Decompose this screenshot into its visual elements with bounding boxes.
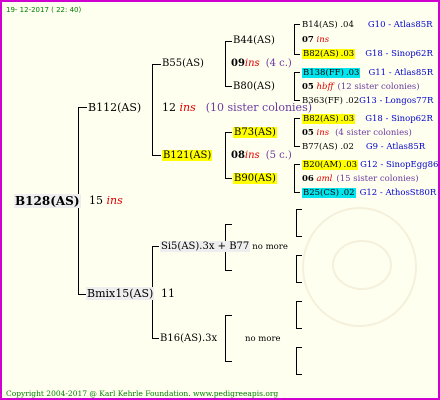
gen4-row-3[interactable]: B82(AS) .03 G18 - Sinop62R: [302, 48, 433, 60]
grandparent-queen-3[interactable]: Si5(AS).3x + B77 no more: [160, 241, 288, 253]
grandparent-queen-1[interactable]: B55(AS): [162, 58, 204, 70]
gen3-1-info: 09ins (4 c.): [231, 58, 292, 69]
parent-1-info: 12 ins (10 sister colonies): [162, 101, 313, 114]
parent-queen-1[interactable]: B112(AS): [88, 102, 141, 114]
gen3-3-info: 08ins (5 c.): [231, 150, 292, 161]
gen4-row-2: 07 ins: [302, 35, 330, 45]
root-year: 15 ins: [89, 194, 123, 207]
gen4-row-12[interactable]: B25(CS) .02 G12 - AthosSt80R: [302, 187, 436, 199]
gen4-row-9[interactable]: B77(AS) .02 G9 - Atlas85R: [302, 141, 425, 153]
date-header: 19- 12-2017 ( 22: 40): [6, 6, 82, 14]
pedigree-page: 19- 12-2017 ( 22: 40) B128(AS) 15 ins B1…: [0, 0, 440, 400]
gen3-queen-2[interactable]: B80(AS): [233, 81, 275, 93]
parent-2-year: 11: [161, 287, 175, 300]
gen4-row-7[interactable]: B82(AS) .03 G18 - Sinop62R: [302, 113, 433, 125]
grandparent-queen-2[interactable]: B121(AS): [162, 150, 213, 162]
gen3-queen-3[interactable]: B73(AS): [233, 127, 277, 139]
copyright-footer: Copyright 2004-2017 @ Karl Kehrle Founda…: [6, 389, 279, 398]
watermark-inner: [332, 240, 392, 290]
gen4-row-5: 05 hbff (12 sister colonies): [302, 82, 420, 92]
gen4-row-8: 05 ins (4 sister colonies): [302, 128, 412, 138]
gen4-row-10[interactable]: B20(AM) .03 G12 - SinopEgg86R: [302, 159, 438, 171]
gen4-row-6[interactable]: B363(FF) .02G13 - Longos77R: [302, 95, 433, 107]
gen3-queen-1[interactable]: B44(AS): [233, 35, 275, 47]
grandparent-4-note: no more: [245, 334, 281, 344]
gen4-row-1[interactable]: B14(AS) .04 G10 - Atlas85R: [302, 19, 433, 31]
parent-queen-2[interactable]: Bmix15(AS): [86, 287, 155, 300]
grandparent-queen-4[interactable]: B16(AS).3x: [160, 333, 217, 345]
gen3-queen-4[interactable]: B90(AS): [233, 173, 277, 185]
gen4-row-4[interactable]: B138(FF) .03 G11 - Atlas85R: [302, 67, 433, 79]
gen4-row-11: 06 aml (15 sister colonies): [302, 174, 419, 184]
root-queen[interactable]: B128(AS): [14, 194, 81, 208]
